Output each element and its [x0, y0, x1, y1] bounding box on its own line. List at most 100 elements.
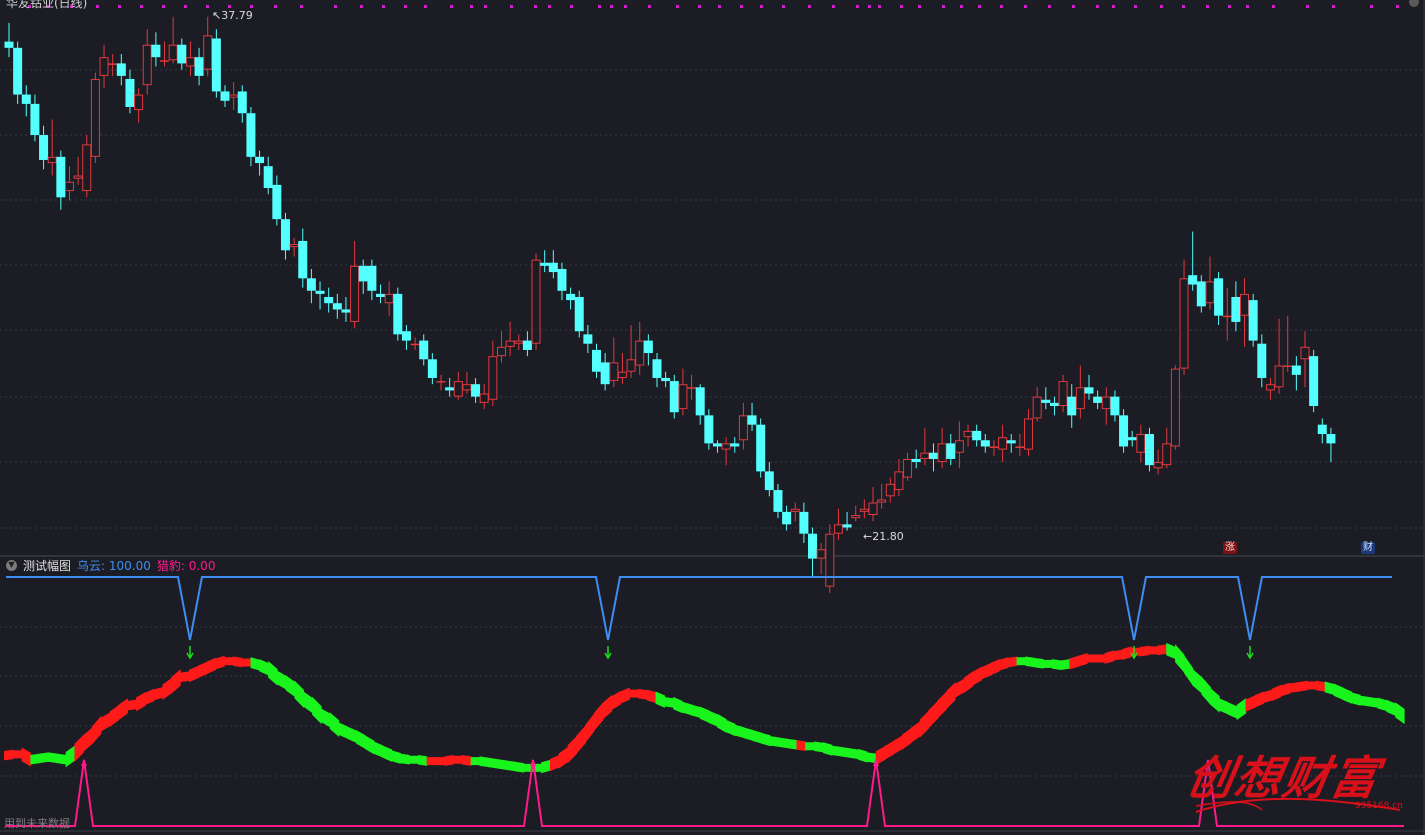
band-segment [1280, 682, 1291, 697]
candle-body [946, 443, 956, 459]
candle-body [419, 340, 429, 360]
candle-body [566, 293, 576, 301]
band-segment [180, 671, 190, 683]
candle-body [1248, 300, 1258, 341]
band-segment [690, 704, 701, 718]
band-segment [629, 689, 639, 698]
band-segment [928, 700, 938, 729]
signal-dot [610, 5, 613, 8]
signal-dot [698, 5, 701, 8]
signal-dot [300, 5, 303, 8]
candle-body [255, 156, 265, 164]
band-segment [1087, 654, 1097, 663]
candle-body [1291, 365, 1301, 375]
band-segment [1377, 697, 1387, 712]
candle-body [436, 381, 446, 383]
band-segment [840, 746, 850, 758]
band-segment [391, 750, 401, 764]
band-segment [215, 655, 225, 670]
band-segment [1307, 681, 1317, 690]
rise-limit-badge[interactable]: 涨 [1223, 542, 1237, 554]
candle-body [669, 381, 679, 413]
band-segment [312, 696, 322, 725]
candle-body [1326, 434, 1336, 444]
signal-dot [1206, 5, 1209, 8]
band-segment [171, 669, 181, 694]
band-segment [937, 691, 947, 719]
band-segment [637, 688, 648, 700]
candle-body [332, 303, 342, 310]
candle-body [963, 430, 973, 438]
band-segment [470, 757, 481, 766]
finance-badge[interactable]: 财 [1361, 542, 1375, 554]
candle-body [1084, 387, 1094, 394]
signal-dot [782, 5, 785, 8]
band-segment [734, 724, 745, 739]
band-segment [241, 658, 252, 667]
candle-body [617, 371, 627, 378]
candle-body [790, 508, 800, 512]
candle-body [280, 219, 290, 251]
candle-body [82, 144, 92, 192]
band-segment [655, 691, 665, 708]
band-segment [585, 712, 595, 744]
signal-dot [832, 5, 835, 8]
signal-dot [1272, 5, 1275, 8]
band-segment [48, 752, 58, 764]
kline-chart-canvas[interactable] [0, 0, 1425, 835]
band-segment [831, 745, 842, 757]
candle-body [1032, 396, 1042, 419]
band-segment [83, 727, 93, 752]
band-segment [884, 740, 894, 760]
candle-body [548, 262, 558, 273]
band-segment [1359, 695, 1370, 707]
candle-body [816, 549, 826, 559]
candle-body [116, 63, 126, 76]
band-segment [39, 752, 49, 764]
band-segment [858, 748, 868, 763]
band-segment [479, 756, 489, 768]
candle-body [851, 515, 861, 519]
band-segment [409, 755, 419, 764]
candle-body [842, 524, 852, 528]
band-segment [497, 759, 507, 770]
candle-body [1049, 402, 1059, 406]
band-segment [206, 657, 216, 675]
signal-dot [534, 5, 537, 8]
signal-dot [918, 5, 921, 8]
candle-body [1015, 446, 1025, 448]
band-segment [100, 712, 111, 732]
signal-dot [1332, 5, 1335, 8]
candle-body [1119, 415, 1129, 447]
candle-body [540, 262, 550, 266]
band-segment [593, 702, 604, 731]
candle-body [134, 94, 144, 111]
signal-dot [1048, 5, 1051, 8]
candle-body [30, 103, 40, 136]
band-segment [1315, 680, 1326, 692]
candle-body [600, 362, 610, 385]
candle-body [1196, 281, 1206, 307]
band-segment [92, 715, 102, 745]
candle-body [635, 340, 645, 366]
candle-body [1283, 365, 1293, 368]
candle-body [160, 60, 170, 62]
candle-body [453, 381, 463, 397]
candle-body [825, 533, 835, 587]
candle-body [773, 490, 783, 512]
candle-body [151, 44, 161, 58]
candle-body [272, 184, 282, 220]
band-segment [285, 675, 296, 698]
candle-body [747, 415, 757, 425]
candle-body [341, 309, 351, 313]
chevron-down-icon[interactable]: ▼ [6, 559, 17, 571]
band-segment [761, 732, 771, 747]
signal-dot [510, 5, 513, 8]
candle-body [877, 499, 887, 503]
signal-dot [978, 5, 981, 8]
band-segment [188, 665, 199, 683]
candle-body [859, 508, 869, 512]
band-segment [805, 742, 815, 751]
candle-body [704, 415, 714, 444]
band-segment [426, 757, 437, 766]
